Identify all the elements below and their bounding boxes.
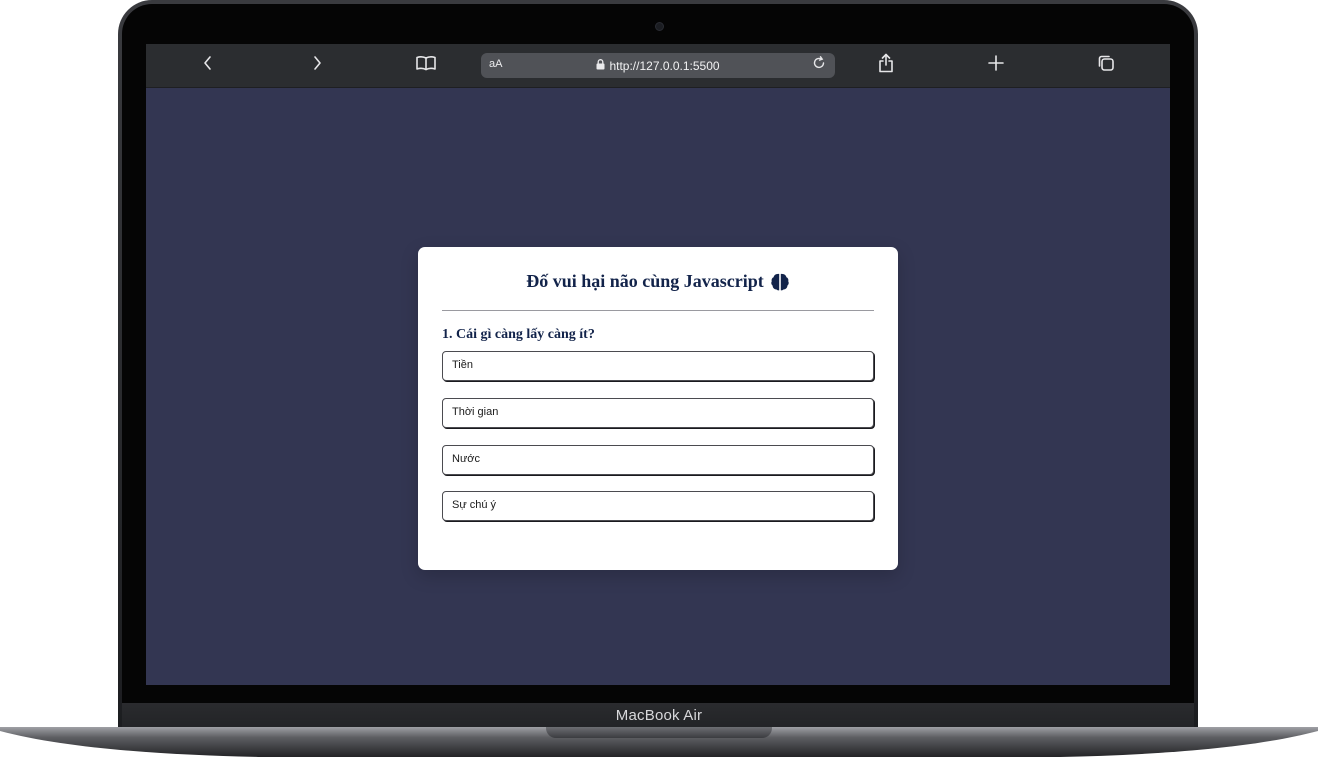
reload-icon — [812, 56, 826, 75]
back-button[interactable] — [192, 44, 224, 87]
chevron-right-icon — [311, 55, 323, 76]
answer-label: Sự chú ý — [452, 499, 497, 511]
quiz-title: Đố vui hại não cùng Javascript — [526, 271, 764, 291]
answer-option[interactable]: Nước — [442, 445, 874, 475]
title-divider — [442, 310, 874, 311]
browser-toolbar: aA http://127.0.0.1:5500 — [146, 44, 1170, 88]
device-label: MacBook Air — [615, 707, 703, 724]
question-text: 1. Cái gì càng lấy càng ít? — [442, 327, 595, 342]
answer-option[interactable]: Thời gian — [442, 398, 874, 428]
reload-button[interactable] — [809, 56, 829, 75]
answer-label: Nước — [452, 453, 481, 465]
answer-label: Tiền — [452, 359, 473, 371]
answer-label: Thời gian — [452, 406, 499, 418]
quiz-header: Đố vui hại não cùng Javascript — [418, 271, 898, 292]
bookmarks-button[interactable] — [410, 44, 442, 87]
chevron-left-icon — [202, 55, 214, 76]
tabs-icon — [1097, 54, 1115, 77]
lock-icon — [596, 58, 605, 73]
answer-option[interactable]: Tiền — [442, 351, 874, 381]
url-text: http://127.0.0.1:5500 — [609, 58, 720, 73]
url-display: http://127.0.0.1:5500 — [481, 53, 835, 78]
answer-option[interactable]: Sự chú ý — [442, 491, 874, 521]
share-icon — [878, 53, 894, 78]
share-button[interactable] — [870, 44, 902, 87]
camera — [655, 22, 664, 31]
forward-button[interactable] — [301, 44, 333, 87]
new-tab-button[interactable] — [980, 44, 1012, 87]
tab-overview-button[interactable] — [1090, 44, 1122, 87]
book-icon — [415, 55, 437, 76]
lid-opening-notch — [546, 727, 772, 738]
quiz-card: Đố vui hại não cùng Javascript 1. Cái gì… — [418, 247, 898, 570]
address-bar[interactable]: aA http://127.0.0.1:5500 — [481, 53, 835, 78]
brain-icon — [770, 272, 790, 292]
plus-icon — [988, 55, 1004, 76]
browser-window: aA http://127.0.0.1:5500 Đố vui hại não … — [146, 44, 1170, 685]
